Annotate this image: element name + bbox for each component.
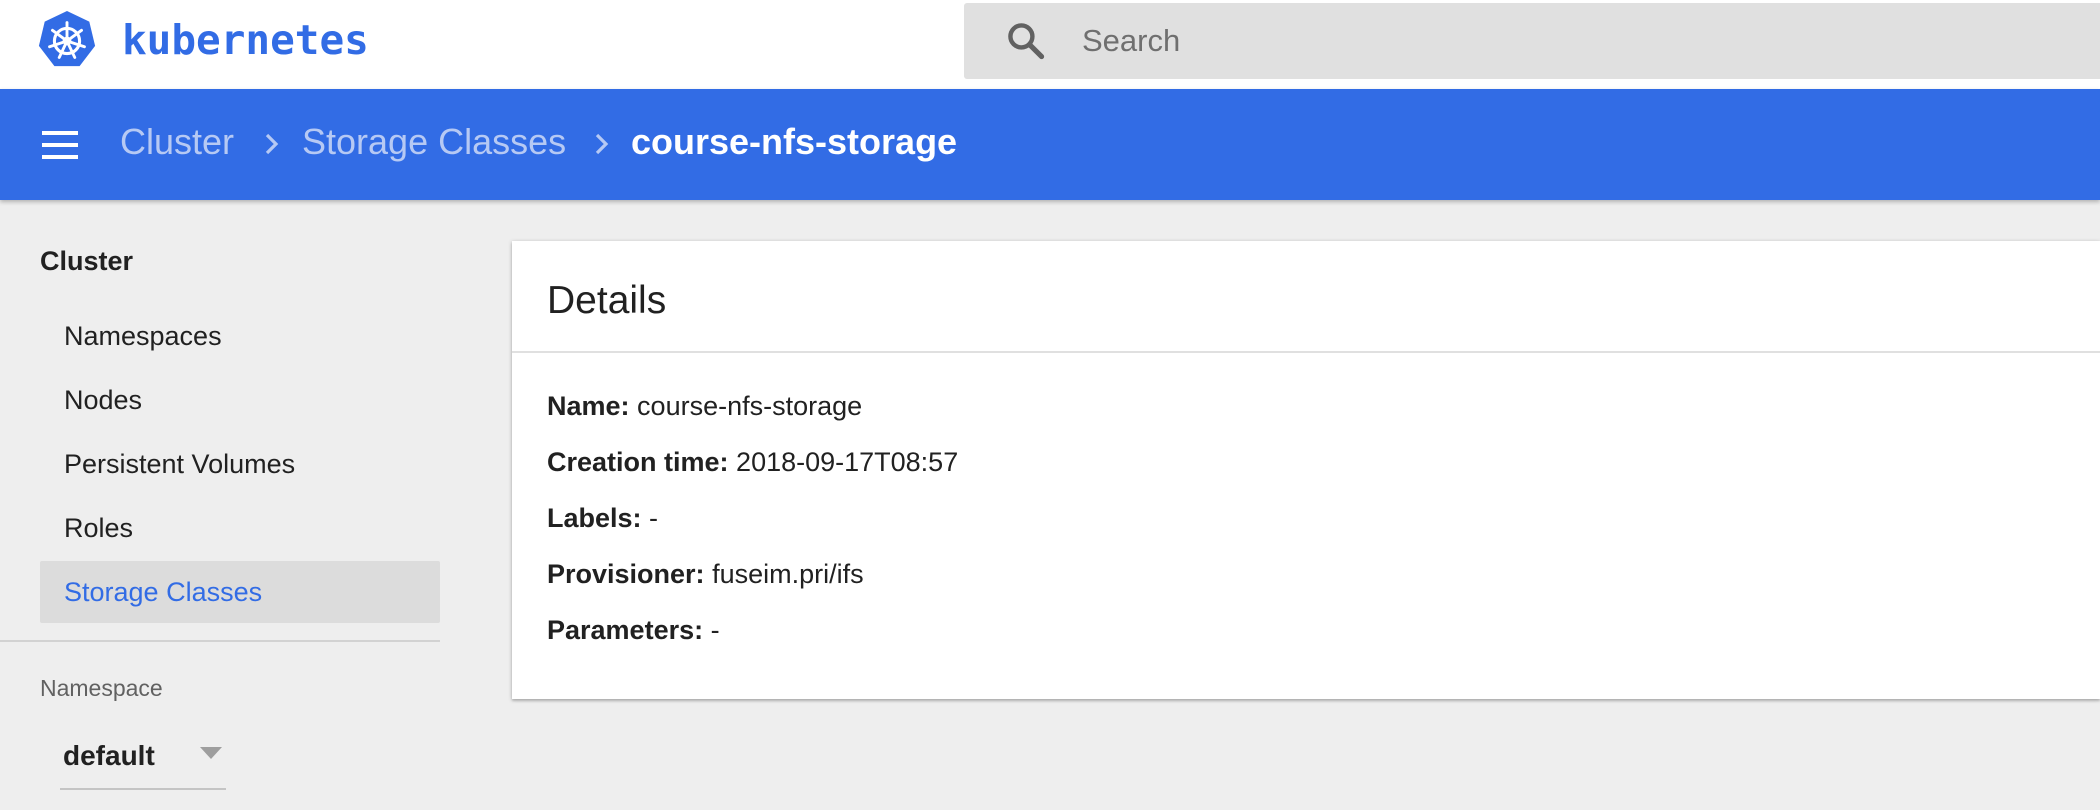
toolbar: Cluster Storage Classes course-nfs-stora… (0, 89, 2100, 200)
breadcrumb-cluster[interactable]: Cluster (120, 117, 234, 167)
namespace-selected-value: default (63, 740, 155, 771)
detail-key: Creation time: (547, 447, 729, 477)
detail-key: Name: (547, 391, 630, 421)
sidebar-item-roles[interactable]: Roles (40, 497, 440, 559)
chevron-right-icon (265, 133, 279, 155)
detail-labels: Labels: - (547, 498, 658, 538)
detail-value: 2018-09-17T08:57 (736, 447, 959, 477)
detail-value: - (710, 615, 720, 645)
detail-name: Name: course-nfs-storage (547, 386, 862, 426)
detail-value: - (649, 503, 659, 533)
detail-key: Labels: (547, 503, 642, 533)
dropdown-arrow-icon (200, 747, 222, 759)
sidebar-item-storage-classes[interactable]: Storage Classes (40, 561, 440, 623)
sidebar-item-namespaces[interactable]: Namespaces (40, 305, 440, 367)
namespace-label: Namespace (40, 675, 163, 701)
namespace-select[interactable]: default (60, 732, 226, 790)
details-title: Details (547, 279, 667, 322)
detail-creation-time: Creation time: 2018-09-17T08:57 (547, 442, 958, 482)
detail-key: Parameters: (547, 615, 704, 645)
hamburger-menu-icon[interactable] (36, 123, 84, 167)
detail-value: course-nfs-storage (637, 391, 863, 421)
search-icon (1008, 23, 1045, 60)
kubernetes-logo-icon[interactable] (36, 9, 98, 71)
detail-value: fuseim.pri/ifs (712, 559, 864, 589)
search-input[interactable] (1082, 15, 1982, 67)
search-bar[interactable] (964, 3, 2100, 79)
brand-name[interactable]: kubernetes (122, 14, 369, 66)
detail-key: Provisioner: (547, 559, 705, 589)
top-bar: kubernetes (0, 0, 2100, 89)
details-card: Details Name: course-nfs-storage Creatio… (512, 241, 2100, 699)
breadcrumb-storage-classes[interactable]: Storage Classes (302, 117, 566, 167)
sidebar-item-persistent-volumes[interactable]: Persistent Volumes (40, 433, 440, 495)
chevron-right-icon (595, 133, 609, 155)
breadcrumb-current: course-nfs-storage (631, 121, 958, 162)
card-divider (512, 351, 2100, 353)
detail-provisioner: Provisioner: fuseim.pri/ifs (547, 554, 864, 594)
sidebar-section-cluster[interactable]: Cluster (40, 243, 133, 279)
sidebar-item-nodes[interactable]: Nodes (40, 369, 440, 431)
sidebar-divider (0, 640, 440, 642)
detail-parameters: Parameters: - (547, 610, 720, 650)
